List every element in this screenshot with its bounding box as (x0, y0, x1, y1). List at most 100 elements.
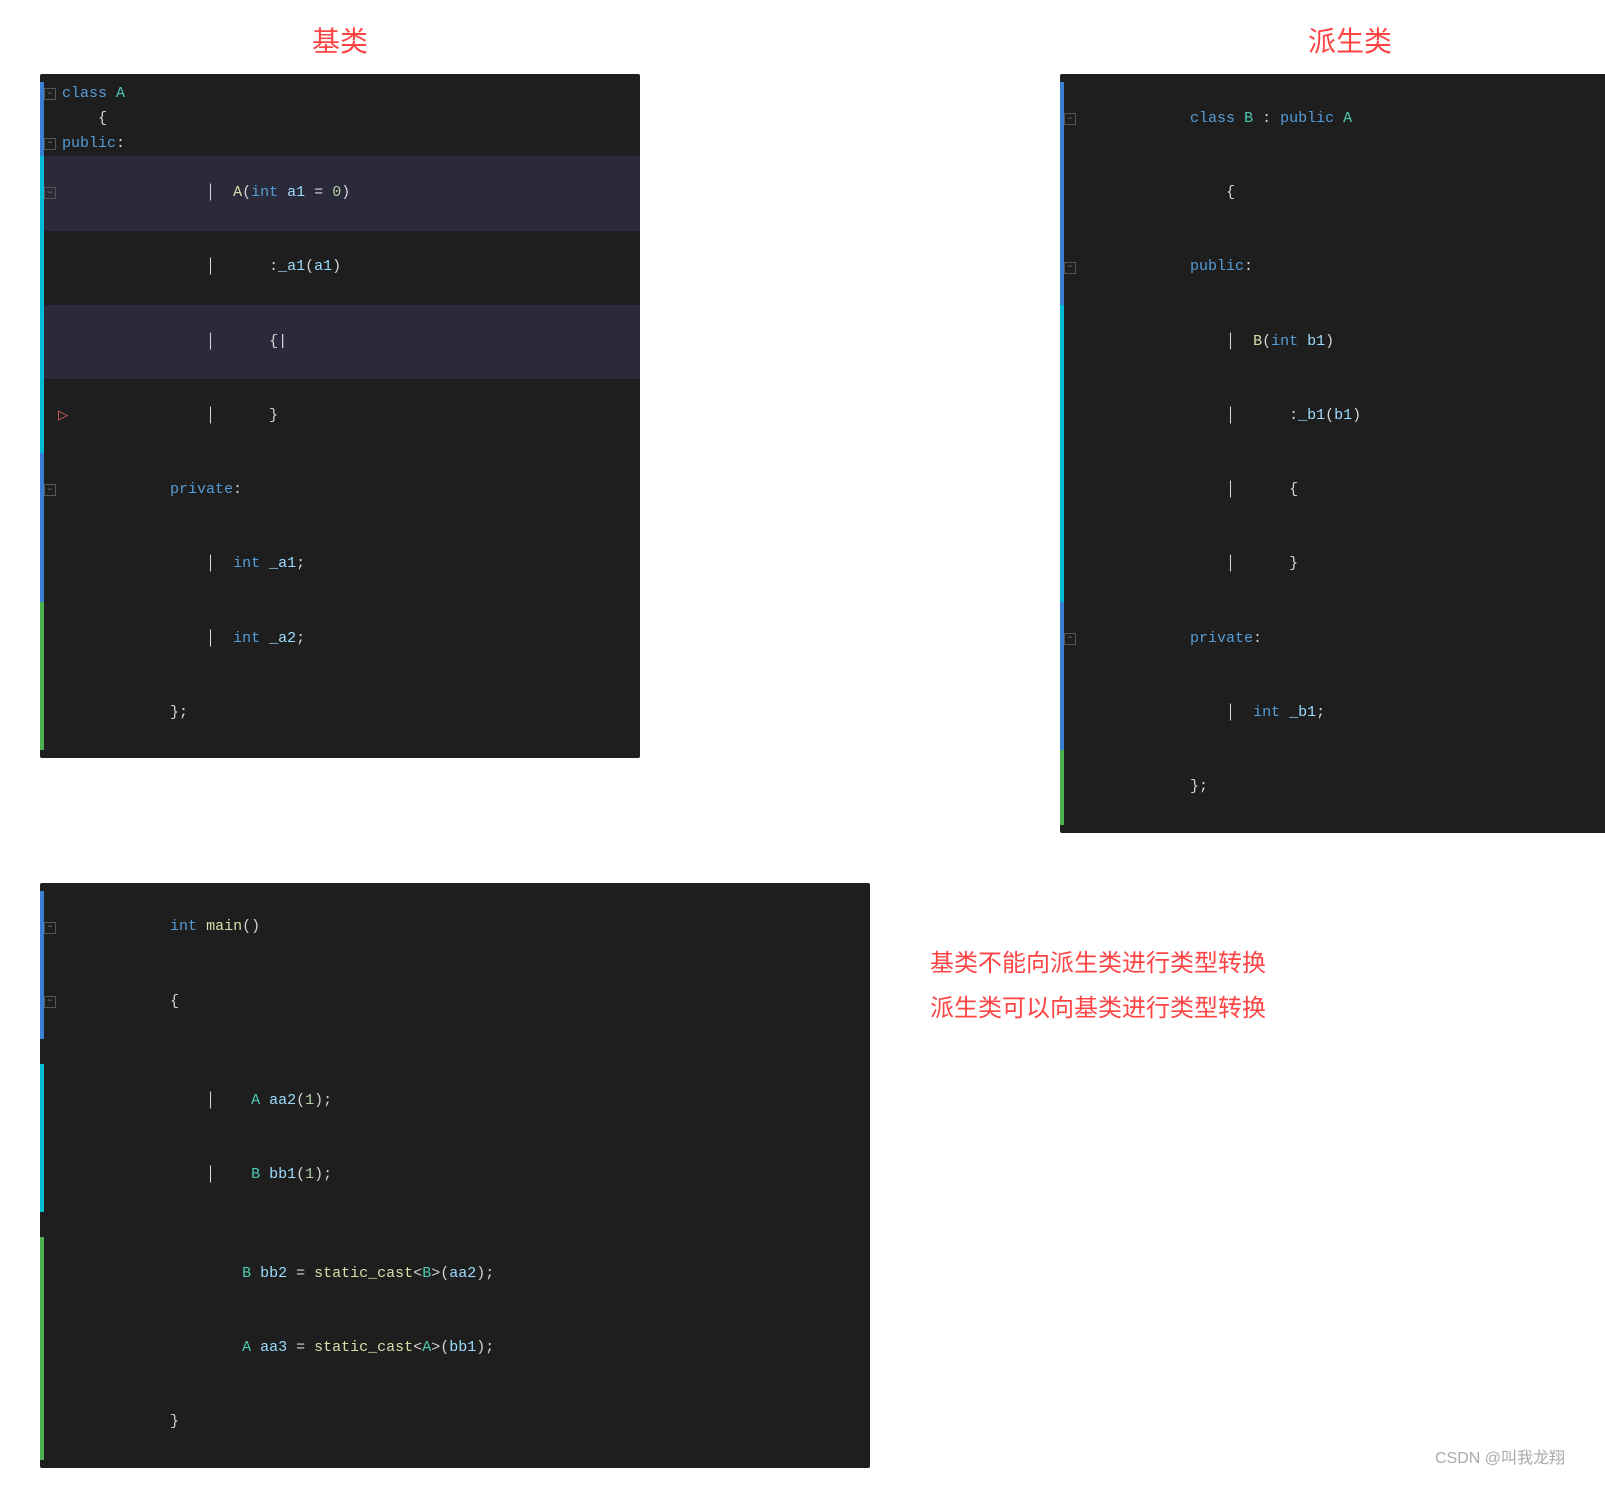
line-content: public: (58, 132, 634, 157)
left-strip (40, 602, 44, 676)
code-line: − public: (1060, 231, 1605, 305)
left-strip (1060, 453, 1064, 527)
left-strip (40, 1237, 44, 1311)
left-strip (1060, 528, 1064, 602)
code-line: ▷ │ } (40, 379, 640, 453)
line-content: B bb2 = static_cast<B>(aa2); (58, 1237, 864, 1311)
line-content: private: (1078, 602, 1605, 676)
code-line: │ int _a2; (40, 602, 640, 676)
left-strip (40, 676, 44, 750)
left-strip (40, 1386, 44, 1460)
line-content: }; (1078, 750, 1605, 824)
left-strip (40, 1064, 44, 1138)
line-content: │ :_a1(a1) (58, 231, 634, 305)
code-line: − private: (40, 453, 640, 527)
code-line: B bb2 = static_cast<B>(aa2); (40, 1237, 870, 1311)
derived-class-section: 派生类 − class B : public A { (1060, 20, 1605, 833)
line-content: │ { (1078, 453, 1605, 527)
line-content: │ A(int a1 = 0) (58, 156, 634, 230)
left-strip (40, 1311, 44, 1385)
bottom-left: − int main() − { (40, 883, 870, 1468)
top-row: 基类 − class A { − pub (40, 20, 1565, 833)
fold-icon[interactable]: − (1064, 113, 1076, 125)
code-line: │ A aa2(1); (40, 1064, 870, 1138)
fold-icon[interactable]: − (1064, 262, 1076, 274)
line-content: { (58, 107, 634, 132)
left-strip (40, 107, 44, 132)
line-content: } (58, 1386, 864, 1460)
annotation-box: 基类不能向派生类进行类型转换 派生类可以向基类进行类型转换 (930, 943, 1266, 1023)
fold-icon[interactable]: − (44, 138, 56, 150)
left-strip (40, 231, 44, 305)
fold-icon[interactable]: − (44, 484, 56, 496)
line-content: class A (58, 82, 634, 107)
code-line: − │ A(int a1 = 0) (40, 156, 640, 230)
fold-icon[interactable]: − (1064, 633, 1076, 645)
code-line (40, 1039, 870, 1064)
code-line: │ int _a1; (40, 528, 640, 602)
code-line: − private: (1060, 602, 1605, 676)
line-content: │ int _a2; (58, 602, 634, 676)
left-strip (1060, 156, 1064, 230)
code-line: − class B : public A (1060, 82, 1605, 156)
code-line: │ B bb1(1); (40, 1138, 870, 1212)
left-strip (1060, 305, 1064, 379)
left-strip (40, 1212, 44, 1237)
left-strip (40, 528, 44, 602)
code-line: │ :_b1(b1) (1060, 379, 1605, 453)
fold-icon[interactable]: − (44, 187, 56, 199)
left-strip (40, 1039, 44, 1064)
line-content: │ A aa2(1); (58, 1064, 864, 1138)
code-line: { (40, 107, 640, 132)
code-line: │ :_a1(a1) (40, 231, 640, 305)
base-class-section: 基类 − class A { − pub (40, 20, 640, 833)
code-line: }; (40, 676, 640, 750)
line-content: │ } (58, 379, 634, 453)
code-line (40, 1212, 870, 1237)
code-line: − int main() (40, 891, 870, 965)
line-content: │ B(int b1) (1078, 305, 1605, 379)
code-line: }; (1060, 750, 1605, 824)
derived-class-code: − class B : public A { − (1060, 74, 1605, 833)
line-content: public: (1078, 231, 1605, 305)
left-strip (40, 1138, 44, 1212)
line-content: { (1078, 156, 1605, 230)
code-line: │ { (1060, 453, 1605, 527)
line-content: │ int _b1; (1078, 676, 1605, 750)
line-content (58, 1212, 864, 1237)
left-strip (1060, 676, 1064, 750)
left-strip (1060, 379, 1064, 453)
code-line: │ int _b1; (1060, 676, 1605, 750)
annotation-line1: 基类不能向派生类进行类型转换 (930, 943, 1266, 978)
code-line: − class A (40, 82, 640, 107)
left-strip (40, 305, 44, 379)
line-content: private: (58, 453, 634, 527)
bottom-section: − int main() − { (40, 883, 1565, 1468)
code-line: A aa3 = static_cast<A>(bb1); (40, 1311, 870, 1385)
line-content: int main() (58, 891, 864, 965)
line-content: │ B bb1(1); (58, 1138, 864, 1212)
code-line: { (1060, 156, 1605, 230)
fold-icon[interactable]: − (44, 922, 56, 934)
base-class-code: − class A { − public: (40, 74, 640, 758)
derived-class-title: 派生类 (1308, 20, 1392, 60)
line-content: { (58, 965, 864, 1039)
fold-icon[interactable]: − (44, 996, 56, 1008)
line-content: │ :_b1(b1) (1078, 379, 1605, 453)
line-content: }; (58, 676, 634, 750)
line-content: │ {| (58, 305, 634, 379)
fold-icon[interactable]: − (44, 88, 56, 100)
code-line: } (40, 1386, 870, 1460)
main-code: − int main() − { (40, 883, 870, 1468)
code-line: │ } (1060, 528, 1605, 602)
code-line: − public: (40, 132, 640, 157)
base-class-title: 基类 (312, 20, 368, 60)
line-content (58, 1039, 864, 1064)
page-container: 基类 − class A { − pub (0, 0, 1605, 1488)
left-strip (1060, 750, 1064, 824)
line-content: │ int _a1; (58, 528, 634, 602)
watermark: CSDN @叫我龙翔 (1435, 1444, 1565, 1468)
line-content: A aa3 = static_cast<A>(bb1); (58, 1311, 864, 1385)
code-line: │ {| (40, 305, 640, 379)
code-line: − { (40, 965, 870, 1039)
